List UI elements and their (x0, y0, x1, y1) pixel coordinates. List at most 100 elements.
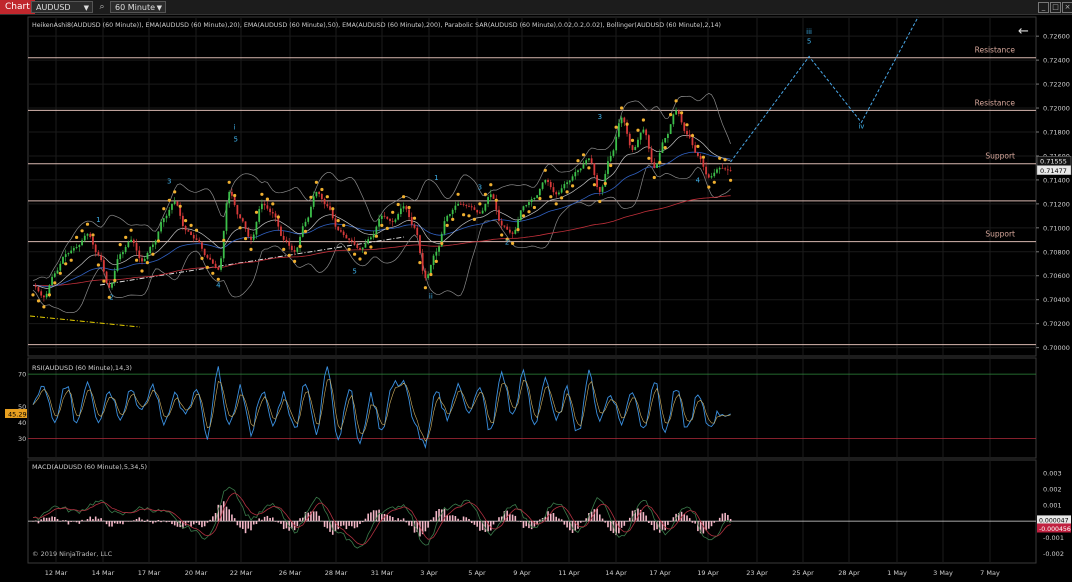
candle-body (383, 215, 386, 217)
candle-body (451, 209, 454, 215)
macd-histogram-bar (242, 521, 244, 529)
macd-histogram-bar (653, 521, 656, 531)
sar-dot (135, 258, 139, 262)
candle-body (225, 203, 228, 231)
macd-histogram-bar (462, 516, 465, 522)
candle-body (506, 226, 509, 230)
candle-body (100, 255, 103, 261)
macd-histogram-bar (73, 521, 75, 522)
candle-body (427, 274, 430, 279)
macd-histogram-bar (460, 520, 462, 522)
candle-body (203, 248, 206, 256)
candle-body (484, 203, 487, 211)
sar-dot (641, 118, 646, 122)
candle-body (75, 246, 78, 249)
price-tick-label: 0.70000 (1043, 344, 1070, 352)
candle-body (609, 155, 612, 162)
macd-histogram-bar (43, 517, 45, 522)
candle-body (508, 229, 511, 233)
sar-dot (380, 223, 384, 227)
sar-dot (576, 159, 580, 163)
candle-body (111, 282, 113, 288)
sar-dot (707, 185, 711, 189)
sar-dot (396, 202, 400, 207)
candle-body (143, 258, 146, 262)
sar-dot (462, 213, 466, 217)
sar-dot (124, 235, 128, 239)
macd-histogram-bar (430, 519, 432, 522)
candle-body (67, 253, 70, 255)
candle-body (413, 224, 416, 228)
trading-chart[interactable]: Resistance Resistance Support Support 12 Ma… (0, 0, 1072, 582)
candle-body (718, 167, 721, 170)
macd-histogram-bar (168, 521, 171, 522)
macd-histogram-bar (729, 518, 732, 522)
sar-dot (222, 238, 226, 242)
macd-histogram-bar (51, 516, 53, 522)
candle-body (492, 194, 495, 199)
sar-dot (565, 190, 569, 194)
level-label: Support (985, 230, 1015, 239)
macd-histogram-bar (247, 521, 250, 529)
sar-dot (592, 183, 597, 187)
macd-histogram-bar (323, 521, 326, 527)
macd-histogram-bar (252, 521, 255, 525)
macd-histogram-bar (601, 518, 604, 522)
candle-body (45, 293, 48, 298)
macd-histogram-bar (209, 519, 211, 522)
rsi-current-badge: 45.29 (8, 410, 27, 418)
macd-histogram-bar (143, 521, 146, 522)
macd-histogram-bar (83, 520, 86, 522)
candle-body (187, 230, 190, 232)
candle-body (375, 226, 378, 235)
sar-dot (194, 228, 199, 232)
candle-body (269, 208, 271, 213)
macd-histogram-bar (492, 521, 495, 525)
candle-body (34, 285, 37, 288)
sar-dot (178, 204, 182, 208)
price-tick-label: 0.71000 (1043, 224, 1070, 232)
price-tick-label: 0.72200 (1043, 81, 1070, 89)
sar-dot (96, 263, 100, 267)
sar-dot (325, 195, 329, 199)
macd-histogram-bar (359, 521, 361, 524)
candle-body (593, 163, 596, 176)
macd-histogram-bar (326, 521, 329, 529)
sar-dot (620, 106, 624, 110)
candle-body (105, 271, 108, 283)
macd-histogram-bar (225, 506, 228, 522)
macd-histogram-bar (424, 521, 427, 532)
macd-histogram-bar (56, 519, 59, 522)
macd-histogram-bar (563, 521, 566, 525)
macd-histogram-bar (372, 510, 375, 522)
macd-histogram-bar (410, 521, 413, 527)
sar-dot (303, 229, 308, 233)
back-arrow-icon[interactable]: ← (1018, 24, 1029, 39)
candle-body (138, 250, 141, 259)
x-tick-label: 14 Apr (605, 569, 627, 577)
macd-histogram-bar (187, 521, 190, 523)
sar-dot (402, 195, 406, 199)
candle-body (503, 225, 506, 227)
macd-histogram-bar (173, 521, 176, 526)
macd-histogram-bar (473, 521, 476, 525)
candle-body (566, 182, 568, 185)
sar-dot (233, 193, 237, 198)
candle-body (220, 258, 222, 270)
sar-dot (489, 183, 493, 187)
sar-dot (293, 259, 297, 263)
x-tick-label: 3 May (933, 569, 953, 577)
x-tick-label: 20 Mar (185, 569, 208, 577)
sar-dot (320, 187, 324, 192)
candle-body (310, 206, 312, 218)
macd-tick-label: 0.001 (1043, 502, 1062, 510)
x-tick-label: 12 Mar (45, 569, 68, 577)
candle-body (222, 230, 225, 259)
sar-dot (701, 155, 706, 159)
sar-dot (609, 163, 613, 168)
candle-body (258, 209, 261, 222)
x-tick-label: 3 Apr (420, 569, 438, 577)
x-tick-label: 25 Apr (792, 569, 814, 577)
price-panel (27, 16, 1037, 357)
sar-dot (554, 202, 558, 206)
